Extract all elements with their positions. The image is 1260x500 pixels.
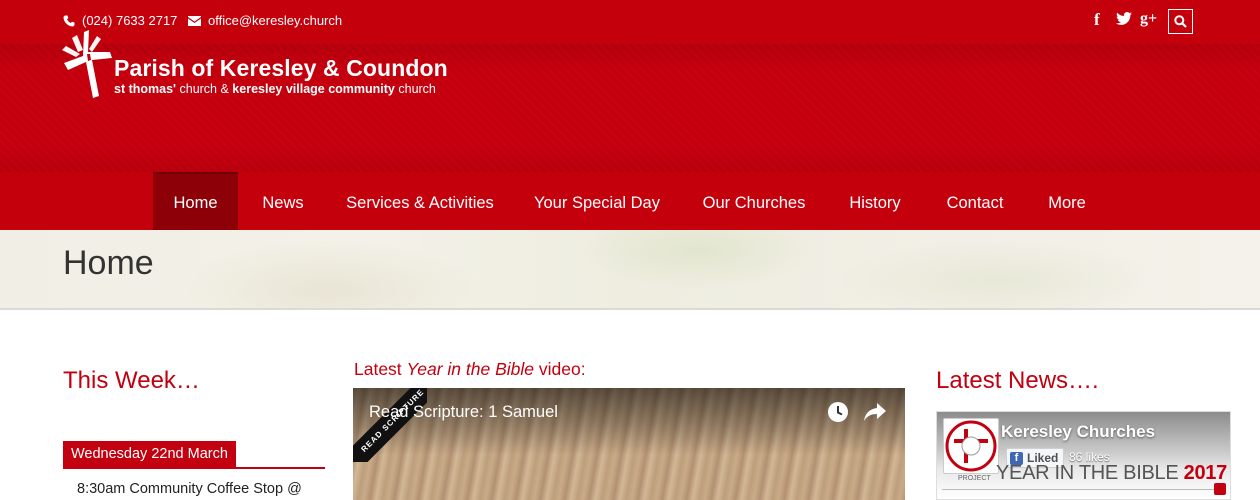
subtitle-part: keresley village community — [232, 82, 395, 96]
fb-page-name[interactable]: Keresley Churches — [1001, 422, 1155, 442]
day-divider — [63, 467, 325, 469]
watch-later-icon[interactable] — [827, 401, 849, 423]
nav-item-services[interactable]: Services & Activities — [339, 172, 501, 230]
nav-item-news[interactable]: News — [253, 172, 313, 230]
email-address: office@keresley.church — [208, 13, 343, 28]
cover-title: YEAR IN THE BIBLE — [996, 462, 1179, 484]
cover-project: PROJECT — [958, 475, 991, 482]
nav-item-home[interactable]: Home — [153, 172, 238, 230]
video-title[interactable]: Read Scripture: 1 Samuel — [369, 403, 558, 422]
envelope-icon — [188, 15, 201, 26]
site-title[interactable]: Parish of Keresley & Coundon — [114, 55, 448, 82]
cross-logo-icon[interactable] — [62, 30, 112, 98]
cover-text: YEAR IN THE BIBLE 2017 — [996, 462, 1227, 485]
google-plus-icon[interactable]: g+ — [1140, 10, 1157, 28]
event-item[interactable]: 8:30am Community Coffee Stop @ — [77, 481, 302, 497]
subtitle-part: church — [394, 82, 436, 96]
facebook-icon[interactable]: f — [1094, 10, 1100, 30]
twitter-icon[interactable] — [1116, 12, 1132, 26]
page-title-banner — [0, 230, 1260, 310]
phone-number: (024) 7633 2717 — [82, 13, 178, 28]
phone-icon — [63, 15, 75, 26]
page-avatar[interactable] — [943, 418, 999, 474]
cover-divider — [942, 489, 1218, 490]
nav-item-special-day[interactable]: Your Special Day — [527, 172, 667, 230]
video-heading: Latest Year in the Bible video: — [354, 359, 586, 380]
nav-item-more[interactable]: More — [1039, 172, 1095, 230]
parish-badge-icon — [945, 420, 997, 472]
arrow-icon[interactable] — [1214, 483, 1226, 495]
ribbon-text: READ SCRIPTURE — [353, 388, 427, 462]
page-title: Home — [63, 244, 154, 282]
this-week-heading: This Week… — [63, 367, 200, 394]
email-contact[interactable]: office@keresley.church — [188, 13, 342, 28]
video-heading-italic: Year in the Bible — [406, 359, 534, 379]
subtitle-part: st thomas' — [114, 82, 177, 96]
phone-contact[interactable]: (024) 7633 2717 — [63, 13, 177, 28]
share-icon[interactable] — [864, 403, 886, 421]
search-icon — [1174, 15, 1187, 28]
latest-news-heading: Latest News…. — [936, 367, 1099, 394]
nav-item-churches[interactable]: Our Churches — [694, 172, 814, 230]
video-heading-prefix: Latest — [354, 359, 407, 379]
cover-year: 2017 — [1183, 462, 1228, 484]
site-subtitle: st thomas' church & keresley village com… — [114, 82, 436, 96]
day-tab: Wednesday 22nd March — [63, 441, 236, 468]
subtitle-part: church & — [176, 82, 233, 96]
search-button[interactable] — [1168, 9, 1193, 34]
nav-item-contact[interactable]: Contact — [937, 172, 1013, 230]
video-heading-suffix: video: — [534, 359, 586, 379]
nav-item-history[interactable]: History — [840, 172, 910, 230]
read-scripture-ribbon: READ SCRIPTURE — [353, 388, 427, 462]
